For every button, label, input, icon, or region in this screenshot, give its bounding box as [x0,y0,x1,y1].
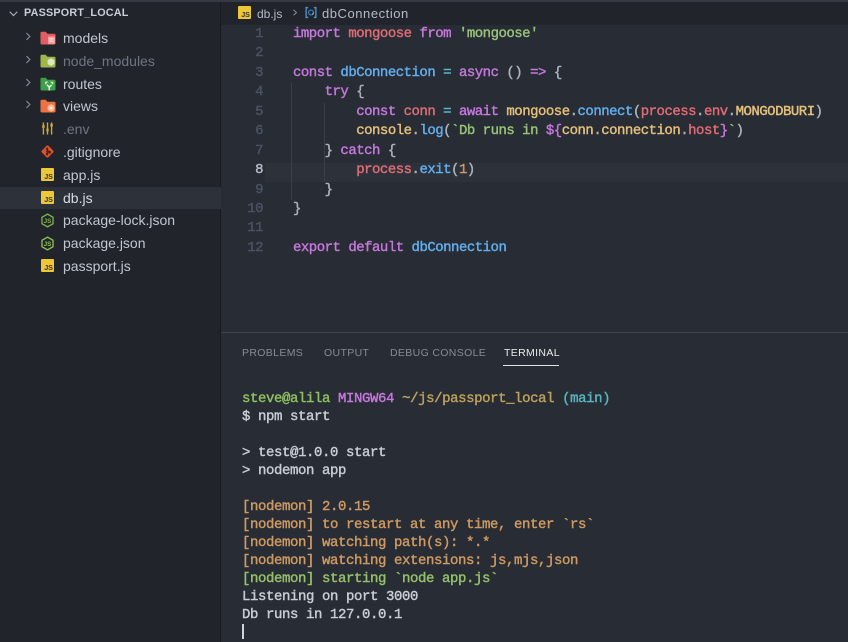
svg-text:JS: JS [44,241,52,248]
svg-text:JS: JS [44,172,53,181]
svg-text:JS: JS [241,10,250,19]
svg-text:JS: JS [44,195,53,204]
svg-text:JS: JS [44,263,53,272]
svg-text:JS: JS [44,218,52,225]
